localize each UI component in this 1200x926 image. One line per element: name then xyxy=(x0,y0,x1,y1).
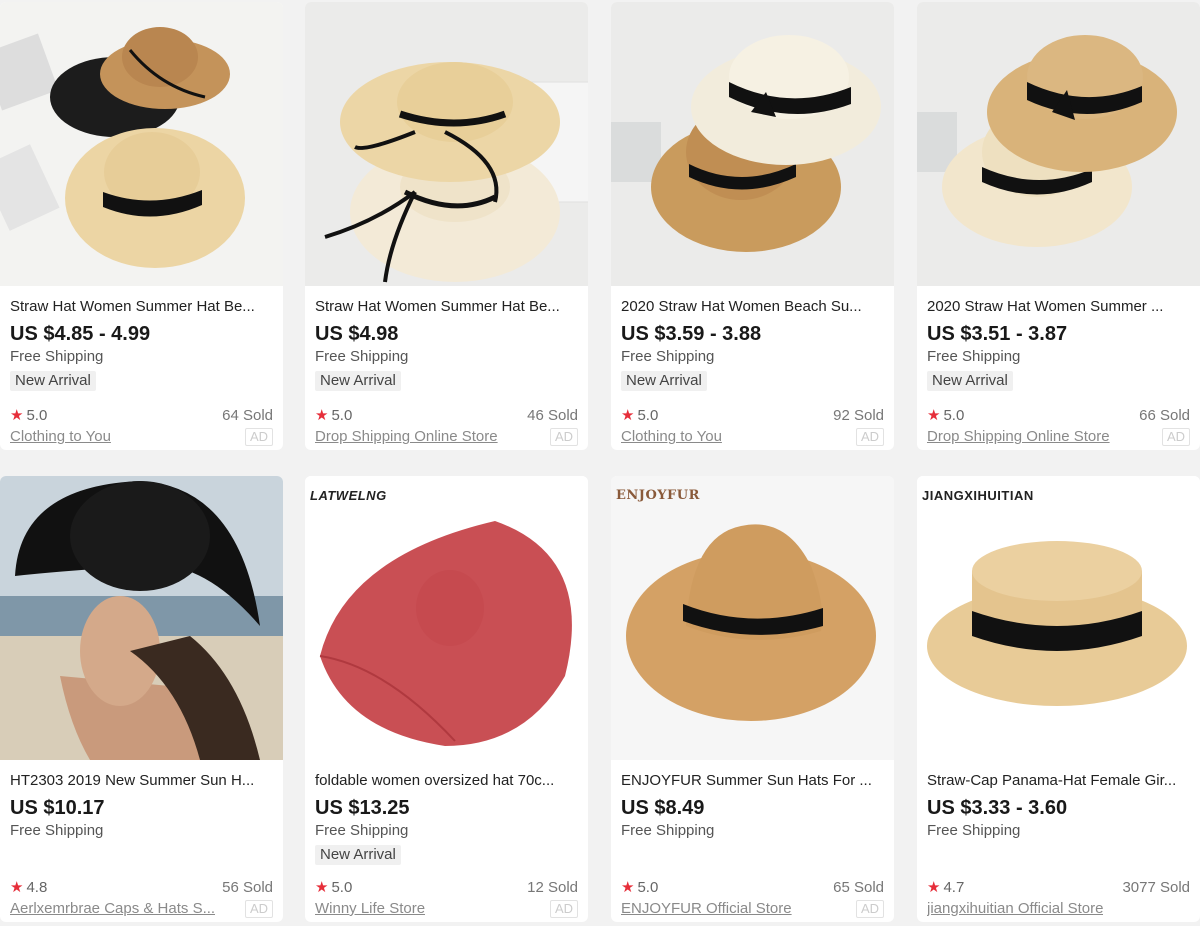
ad-badge: AD xyxy=(244,900,273,918)
star-icon: ★ xyxy=(927,879,941,896)
hat-image xyxy=(0,2,283,286)
ad-badge: AD xyxy=(1161,428,1190,446)
product-title[interactable]: HT2303 2019 New Summer Sun H... xyxy=(10,772,273,790)
star-icon: ★ xyxy=(927,407,941,424)
hat-image xyxy=(611,2,894,286)
store-link[interactable]: Drop Shipping Online Store xyxy=(927,427,1110,447)
shipping-info: Free Shipping xyxy=(927,822,1021,839)
product-card[interactable]: ENJOYFUR ENJOYFUR Summer Sun Hats For ..… xyxy=(611,476,894,922)
sold-count: 65 Sold xyxy=(833,879,884,896)
product-price: US $4.98 xyxy=(315,323,399,345)
store-link[interactable]: Aerlxemrbrae Caps & Hats S... xyxy=(10,899,215,919)
product-card[interactable]: HT2303 2019 New Summer Sun H... US $10.1… xyxy=(0,476,283,922)
rating-value: 4.7 xyxy=(943,879,965,896)
product-title[interactable]: ENJOYFUR Summer Sun Hats For ... xyxy=(621,772,884,790)
sold-count: 64 Sold xyxy=(222,407,273,424)
product-title[interactable]: Straw Hat Women Summer Hat Be... xyxy=(315,298,578,316)
hat-image xyxy=(305,476,588,760)
product-image[interactable] xyxy=(0,2,283,286)
product-image[interactable] xyxy=(917,2,1200,286)
shipping-info: Free Shipping xyxy=(10,822,104,839)
product-card[interactable]: 2020 Straw Hat Women Summer ... US $3.51… xyxy=(917,2,1200,450)
rating-value: 5.0 xyxy=(943,407,965,424)
product-card[interactable]: JIANGXIHUITIAN Straw-Cap Panama-Hat Fema… xyxy=(917,476,1200,922)
hat-image xyxy=(917,476,1200,760)
brand-logo: LATWELNG xyxy=(310,488,387,503)
star-icon: ★ xyxy=(621,407,635,424)
product-card[interactable]: Straw Hat Women Summer Hat Be... US $4.9… xyxy=(305,2,588,450)
product-title[interactable]: 2020 Straw Hat Women Beach Su... xyxy=(621,298,884,316)
product-grid: Straw Hat Women Summer Hat Be... US $4.8… xyxy=(0,0,1200,926)
star-icon: ★ xyxy=(315,879,329,896)
rating-value: 5.0 xyxy=(331,407,353,424)
shipping-info: Free Shipping xyxy=(927,348,1021,365)
ad-badge: AD xyxy=(549,900,578,918)
new-arrival-badge: New Arrival xyxy=(315,371,401,391)
product-price: US $13.25 xyxy=(315,797,410,819)
product-title[interactable]: foldable women oversized hat 70c... xyxy=(315,772,578,790)
hat-image xyxy=(917,2,1200,286)
product-title[interactable]: 2020 Straw Hat Women Summer ... xyxy=(927,298,1190,316)
sold-count: 92 Sold xyxy=(833,407,884,424)
hat-image xyxy=(611,476,894,760)
ad-badge: AD xyxy=(244,428,273,446)
new-arrival-badge: New Arrival xyxy=(621,371,707,391)
star-icon: ★ xyxy=(315,407,329,424)
store-link[interactable]: Clothing to You xyxy=(10,427,111,447)
shipping-info: Free Shipping xyxy=(621,822,715,839)
new-arrival-badge: New Arrival xyxy=(927,371,1013,391)
product-image[interactable]: ENJOYFUR xyxy=(611,476,894,760)
brand-logo: ENJOYFUR xyxy=(616,488,700,503)
new-arrival-badge: New Arrival xyxy=(10,371,96,391)
ad-badge: AD xyxy=(855,428,884,446)
star-icon: ★ xyxy=(10,879,24,896)
shipping-info: Free Shipping xyxy=(10,348,104,365)
product-card[interactable]: LATWELNG foldable women oversized hat 70… xyxy=(305,476,588,922)
star-icon: ★ xyxy=(621,879,635,896)
product-title[interactable]: Straw Hat Women Summer Hat Be... xyxy=(10,298,273,316)
product-price: US $3.33 - 3.60 xyxy=(927,797,1068,819)
product-image[interactable]: LATWELNG xyxy=(305,476,588,760)
store-link[interactable]: jiangxihuitian Official Store xyxy=(927,899,1103,919)
shipping-info: Free Shipping xyxy=(315,822,409,839)
star-icon: ★ xyxy=(10,407,24,424)
product-price: US $4.85 - 4.99 xyxy=(10,323,151,345)
brand-logo: JIANGXIHUITIAN xyxy=(922,488,1034,503)
store-link[interactable]: Winny Life Store xyxy=(315,899,425,919)
ad-badge: AD xyxy=(855,900,884,918)
sold-count: 3077 Sold xyxy=(1122,879,1190,896)
sold-count: 46 Sold xyxy=(527,407,578,424)
shipping-info: Free Shipping xyxy=(315,348,409,365)
product-card[interactable]: Straw Hat Women Summer Hat Be... US $4.8… xyxy=(0,2,283,450)
product-image[interactable] xyxy=(611,2,894,286)
product-price: US $3.51 - 3.87 xyxy=(927,323,1068,345)
ad-badge: AD xyxy=(549,428,578,446)
rating-value: 5.0 xyxy=(331,879,353,896)
product-image[interactable] xyxy=(305,2,588,286)
product-title[interactable]: Straw-Cap Panama-Hat Female Gir... xyxy=(927,772,1190,790)
new-arrival-badge: New Arrival xyxy=(315,845,401,865)
product-price: US $8.49 xyxy=(621,797,705,819)
hat-image xyxy=(305,2,588,286)
sold-count: 56 Sold xyxy=(222,879,273,896)
product-price: US $10.17 xyxy=(10,797,105,819)
store-link[interactable]: Drop Shipping Online Store xyxy=(315,427,498,447)
store-link[interactable]: Clothing to You xyxy=(621,427,722,447)
sold-count: 66 Sold xyxy=(1139,407,1190,424)
store-link[interactable]: ENJOYFUR Official Store xyxy=(621,899,792,919)
rating-value: 5.0 xyxy=(26,407,48,424)
product-image[interactable]: JIANGXIHUITIAN xyxy=(917,476,1200,760)
hat-image xyxy=(0,476,283,760)
rating-value: 4.8 xyxy=(26,879,48,896)
sold-count: 12 Sold xyxy=(527,879,578,896)
rating-value: 5.0 xyxy=(637,879,659,896)
product-price: US $3.59 - 3.88 xyxy=(621,323,762,345)
product-card[interactable]: 2020 Straw Hat Women Beach Su... US $3.5… xyxy=(611,2,894,450)
product-image[interactable] xyxy=(0,476,283,760)
rating-value: 5.0 xyxy=(637,407,659,424)
shipping-info: Free Shipping xyxy=(621,348,715,365)
